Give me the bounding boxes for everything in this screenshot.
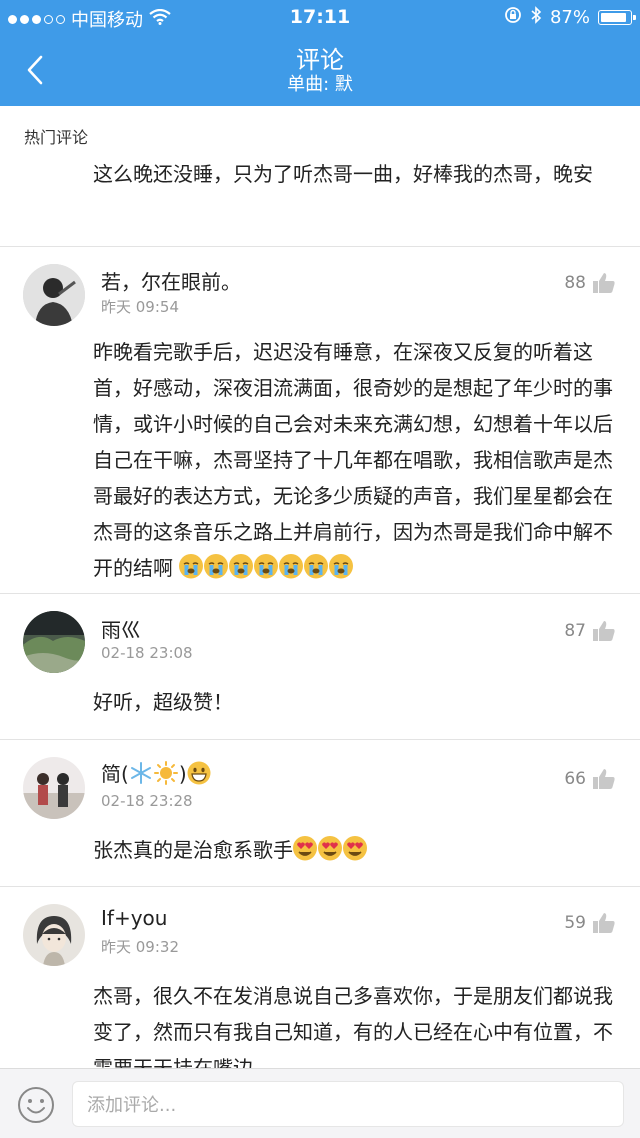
comment-time: 02-18 23:28 (101, 792, 193, 810)
comment-input-bar: 添加评论... (0, 1068, 640, 1138)
avatar[interactable] (23, 757, 85, 819)
battery-percent: 87% (549, 7, 590, 28)
section-title: 热门评论 (24, 128, 89, 147)
like-count: 88 (564, 273, 586, 293)
crying-face-emoji (304, 554, 329, 579)
nav-bar: 评论 单曲: 默 (0, 34, 640, 106)
divider (0, 886, 640, 887)
heart-eyes-emoji (318, 836, 342, 861)
comment-time: 昨天 09:32 (101, 938, 179, 956)
comment-text: 张杰真的是治愈系歌手 (93, 832, 628, 868)
divider (0, 593, 640, 594)
crying-face-emoji (204, 554, 229, 579)
comment-text: 昨晚看完歌手后，迟迟没有睡意，在深夜又反复的听着这首，好感动，深夜泪流满面，很奇… (93, 334, 628, 586)
emoji-face-icon (18, 1087, 54, 1123)
avatar[interactable] (23, 611, 85, 673)
crying-face-emoji (229, 554, 254, 579)
comment-text: 杰哥，很久不在发消息说自己多喜欢你，于是朋友们都说我变了，然而只有我自己知道，有… (93, 984, 613, 1068)
crying-face-emoji (329, 554, 354, 579)
status-bar: 中国移动 17:11 87% (0, 0, 640, 34)
heart-eyes-emoji (293, 836, 317, 861)
divider (0, 246, 640, 247)
lock-rotation-icon (504, 6, 522, 29)
username[interactable]: 雨巛 (101, 614, 141, 643)
comment-time: 02-18 23:08 (101, 644, 193, 662)
avatar[interactable] (23, 264, 85, 326)
like-count: 59 (564, 913, 586, 933)
page-subtitle: 单曲: 默 (287, 74, 353, 95)
divider (0, 739, 640, 740)
sun-emoji (153, 761, 178, 785)
comment-time: 昨天 09:54 (101, 298, 179, 316)
comment-text-content: 张杰真的是治愈系歌手 (93, 838, 293, 862)
bluetooth-icon (530, 6, 542, 29)
comments-list[interactable]: 热门评论 这么晚还没睡，只为了听杰哥一曲，好棒我的杰哥，晚安 若，尔在眼前。 昨… (0, 106, 640, 1068)
comment-input[interactable]: 添加评论... (72, 1081, 624, 1127)
like-button[interactable]: 88 (564, 272, 616, 294)
crying-face-emoji (279, 554, 304, 579)
grinning-face-emoji (187, 761, 211, 785)
emoji-button[interactable] (17, 1086, 55, 1124)
battery-icon (598, 10, 636, 25)
like-count: 87 (564, 621, 586, 641)
thumbs-up-icon (593, 273, 615, 293)
username[interactable]: 若，尔在眼前。 (101, 266, 241, 295)
crying-face-emoji-group (173, 554, 354, 580)
username[interactable]: If+you (101, 906, 167, 930)
comment-text-content: 昨晚看完歌手后，迟迟没有睡意，在深夜又反复的听着这首，好感动，深夜泪流满面，很奇… (93, 340, 613, 580)
comment-text: 好听，超级赞！ (93, 690, 233, 714)
username-text: 简( (101, 762, 129, 786)
crying-face-emoji (254, 554, 279, 579)
heart-eyes-emoji (343, 836, 367, 861)
heart-eyes-emoji-group (293, 836, 368, 862)
crying-face-emoji (179, 554, 204, 579)
like-count: 66 (564, 769, 586, 789)
like-button[interactable]: 59 (564, 912, 616, 934)
thumbs-up-icon (593, 621, 615, 641)
status-right: 87% (504, 6, 636, 29)
comment-text: 这么晚还没睡，只为了听杰哥一曲，好棒我的杰哥，晚安 (93, 162, 593, 186)
like-button[interactable]: 87 (564, 620, 616, 642)
thumbs-up-icon (593, 769, 615, 789)
username-text-end: ) (178, 762, 187, 786)
snowflake-emoji (129, 761, 153, 785)
thumbs-up-icon (593, 913, 615, 933)
avatar[interactable] (23, 904, 85, 966)
username[interactable]: 简() (101, 758, 212, 787)
like-button[interactable]: 66 (564, 768, 616, 790)
